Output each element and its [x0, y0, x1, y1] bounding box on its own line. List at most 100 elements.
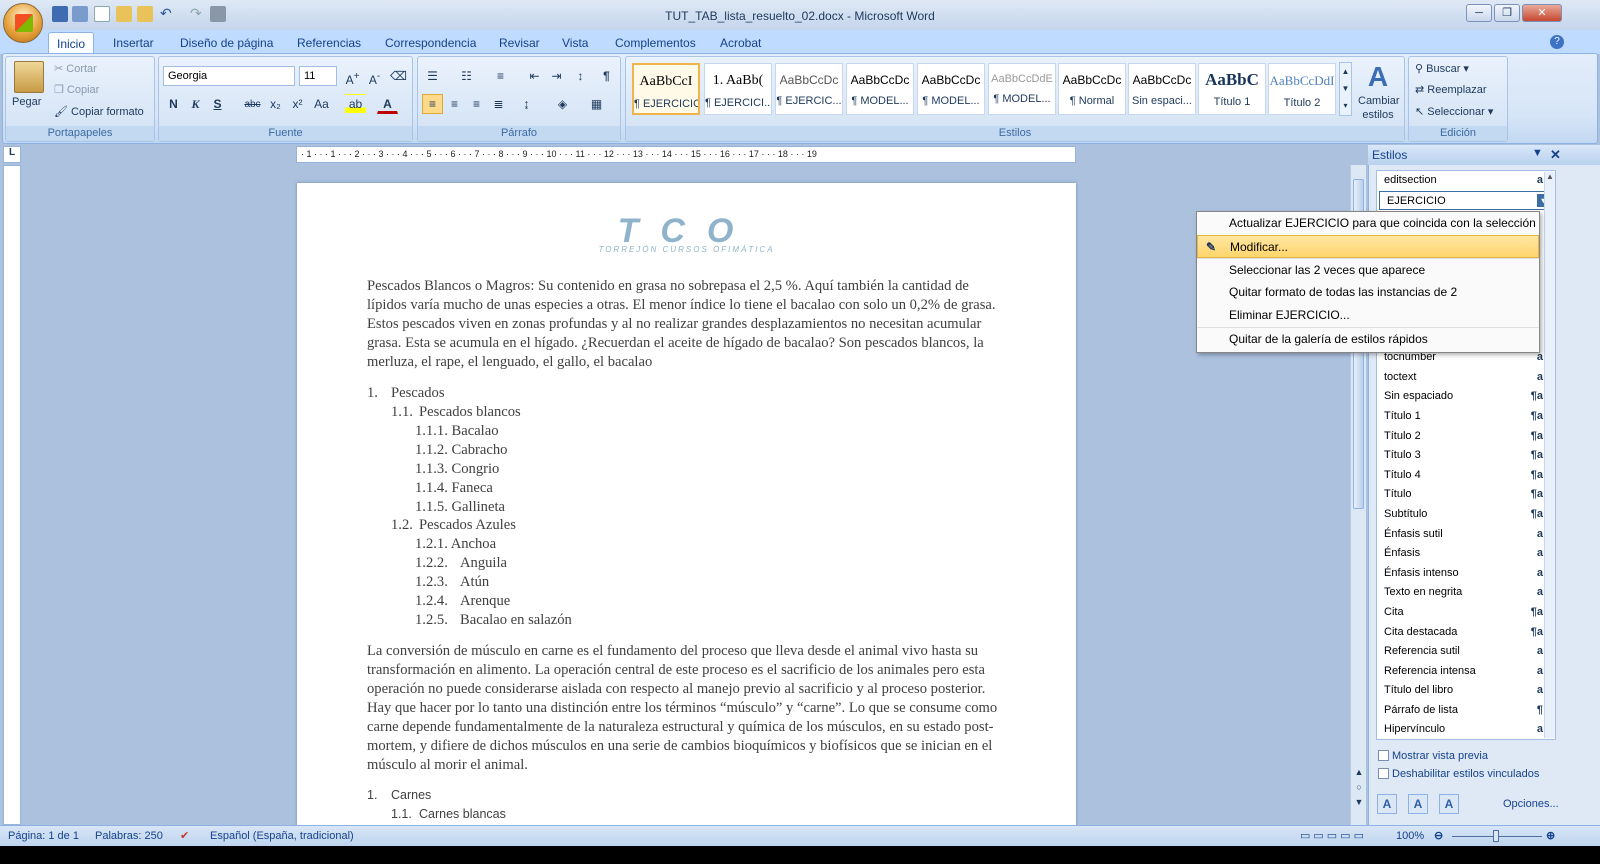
tab-complementos[interactable]: Complementos — [607, 32, 704, 54]
style-item[interactable]: Énfasis sutil a — [1377, 525, 1555, 545]
help-icon[interactable]: ? — [1550, 35, 1564, 49]
list-item[interactable]: 1.1.5. Gallineta — [415, 498, 505, 517]
new-style-icon[interactable]: A — [1377, 794, 1397, 814]
increase-indent-icon[interactable]: ⇥ — [546, 66, 567, 86]
paragraph-carne[interactable]: La conversión de músculo en carne es el … — [367, 642, 1007, 775]
seleccionar-button[interactable]: ↖ Seleccionar ▾ — [1415, 105, 1493, 119]
font-size-combo[interactable]: 11 — [299, 66, 337, 86]
list-item[interactable]: 1.2.2. Anguila — [415, 554, 507, 573]
list-item[interactable]: 1.2.4. Arenque — [415, 592, 510, 611]
style-item-ejercicio[interactable]: EJERCICIO▾ — [1379, 190, 1553, 211]
bullets-icon[interactable]: ☰ — [422, 66, 443, 86]
reemplazar-button[interactable]: ⇄ Reemplazar — [1415, 83, 1487, 97]
borders-icon[interactable]: ▦ — [586, 94, 607, 114]
list-item[interactable]: 1.2.1. Anchoa — [415, 535, 496, 554]
gallery-scroll[interactable]: ▲ ▼ ▾ — [1339, 62, 1352, 116]
style-tile[interactable]: AaBbCcDc ¶ EJERCIC... — [775, 63, 843, 115]
style-item[interactable]: Subtítulo ¶a — [1377, 505, 1555, 525]
mostrar-vista-previa-checkbox[interactable]: Mostrar vista previa — [1378, 750, 1488, 762]
style-item-editsection[interactable]: editsection a — [1377, 171, 1555, 191]
style-item[interactable]: Énfasis a — [1377, 544, 1555, 564]
font-color-icon[interactable]: A — [377, 94, 398, 114]
paste-icon[interactable] — [14, 61, 44, 93]
style-tile[interactable]: AaBbCcDdE ¶ MODEL... — [988, 63, 1056, 115]
style-item[interactable]: Hipervínculo a — [1377, 720, 1555, 740]
style-inspector-icon[interactable]: A — [1408, 794, 1428, 814]
menu-item-eliminar[interactable]: Eliminar EJERCICIO... — [1197, 304, 1539, 327]
list-item[interactable]: 1.2.3. Atún — [415, 573, 489, 592]
style-tile[interactable]: AaBbC Título 1 — [1198, 63, 1266, 115]
zoom-slider-thumb[interactable] — [1493, 830, 1499, 842]
office-button[interactable] — [3, 3, 43, 43]
show-formatting-icon[interactable]: ¶ — [596, 66, 617, 86]
tab-inicio[interactable]: Inicio — [48, 32, 95, 54]
paragraph-pescados[interactable]: Pescados Blancos o Magros: Su contenido … — [367, 277, 1007, 372]
shading-icon[interactable]: ◈ — [552, 94, 573, 114]
list-item[interactable]: 1.1.1. Bacalao — [415, 422, 499, 441]
justify-icon[interactable]: ≣ — [488, 94, 509, 114]
browse-object-buttons[interactable]: ▲ ○ ▼ — [1354, 765, 1364, 810]
style-item[interactable]: Referencia intensa a — [1377, 662, 1555, 682]
align-center-icon[interactable]: ≡ — [444, 94, 465, 114]
menu-item-quitar-formato[interactable]: Quitar formato de todas las instancias d… — [1197, 281, 1539, 304]
page-count[interactable]: Página: 1 de 1 — [8, 826, 79, 846]
proofing-icon[interactable]: ✔ — [180, 826, 189, 846]
style-item[interactable]: Título 1 ¶a — [1377, 407, 1555, 427]
word-count[interactable]: Palabras: 250 — [95, 826, 163, 846]
style-tile[interactable]: AaBbCcI ¶ EJERCICIO — [632, 63, 700, 115]
align-right-icon[interactable]: ≡ — [466, 94, 487, 114]
clear-format-icon[interactable]: ⌫ — [388, 66, 409, 86]
list-item[interactable]: 1.1. Pescados blancos — [391, 403, 521, 422]
style-item[interactable]: Énfasis intenso a — [1377, 564, 1555, 584]
font-name-combo[interactable]: Georgia — [163, 66, 295, 86]
change-case-icon[interactable]: Aa — [311, 94, 332, 114]
underline-icon[interactable]: S — [207, 94, 228, 114]
minimize-button[interactable]: ─ — [1466, 4, 1492, 22]
style-item[interactable]: Título del libro a — [1377, 681, 1555, 701]
style-tile[interactable]: AaBbCcDc ¶ Normal — [1058, 63, 1126, 115]
style-tile[interactable]: AaBbCcDc Sin espaci... — [1128, 63, 1196, 115]
language[interactable]: Español (España, tradicional) — [210, 826, 354, 846]
italic-icon[interactable]: K — [185, 94, 206, 114]
vertical-ruler[interactable] — [3, 165, 21, 825]
close-button[interactable]: ✕ — [1522, 4, 1562, 22]
copiar-formato-button[interactable]: 🖌 Copiar formato — [54, 105, 144, 119]
tab-selector[interactable]: L — [3, 146, 21, 163]
list-item[interactable]: 1.2. Pescados Azules — [391, 516, 516, 535]
tab-insertar[interactable]: Insertar — [105, 32, 162, 54]
horizontal-ruler[interactable]: · 1 · · · 1 · · · 2 · · · 3 · · · 4 · · … — [296, 146, 1076, 163]
cortar-button[interactable]: ✂ Cortar — [54, 62, 97, 76]
style-tile[interactable]: AaBbCcDdI Título 2 — [1268, 63, 1336, 115]
menu-item-modificar[interactable]: ✎ Modificar... — [1197, 235, 1539, 258]
style-item[interactable]: Sin espaciado ¶a — [1377, 387, 1555, 407]
copiar-button[interactable]: ❐ Copiar — [54, 83, 99, 97]
menu-item-actualizar[interactable]: Actualizar EJERCICIO para que coincida c… — [1197, 212, 1539, 235]
style-item[interactable]: Párrafo de lista ¶ — [1377, 701, 1555, 721]
multilevel-list-icon[interactable]: ≡ — [490, 66, 511, 86]
style-item[interactable]: toctext a — [1377, 368, 1555, 388]
menu-item-seleccionar[interactable]: Seleccionar las 2 veces que aparece — [1197, 258, 1539, 281]
style-item[interactable]: Título 4 ¶a — [1377, 466, 1555, 486]
tab-vista[interactable]: Vista — [554, 32, 596, 54]
shrink-font-icon[interactable]: A- — [364, 66, 385, 87]
style-item[interactable]: Título ¶a — [1377, 485, 1555, 505]
list-item[interactable]: 1.1.4. Faneca — [415, 479, 493, 498]
list-item[interactable]: 1. Pescados — [367, 384, 445, 403]
numbering-icon[interactable]: ☷ — [456, 66, 477, 86]
grow-font-icon[interactable]: A+ — [342, 66, 363, 87]
tab-correspondencia[interactable]: Correspondencia — [377, 32, 484, 54]
sort-icon[interactable]: ↕ — [570, 66, 591, 86]
menu-item-quitar-galeria[interactable]: Quitar de la galería de estilos rápidos — [1197, 327, 1539, 350]
styles-list-scrollbar[interactable]: ▲ — [1544, 172, 1555, 738]
line-spacing-icon[interactable]: ↨ — [516, 94, 537, 114]
align-left-icon[interactable]: ≡ — [422, 94, 443, 114]
style-tile[interactable]: 1. AaBb(¶ EJERCICI... — [704, 63, 772, 115]
buscar-button[interactable]: ⚲ Buscar ▾ — [1415, 62, 1469, 76]
style-tile[interactable]: AaBbCcDc ¶ MODEL... — [846, 63, 914, 115]
manage-styles-icon[interactable]: A — [1439, 794, 1459, 814]
style-item[interactable]: Cita ¶a — [1377, 603, 1555, 623]
list-item[interactable]: 1.1. Carnes blancas — [391, 805, 506, 824]
list-item[interactable]: 1. Carnes — [367, 786, 431, 805]
zoom-in-icon[interactable]: ⊕ — [1546, 826, 1555, 846]
pane-close-icon[interactable]: ✕ — [1550, 147, 1561, 163]
